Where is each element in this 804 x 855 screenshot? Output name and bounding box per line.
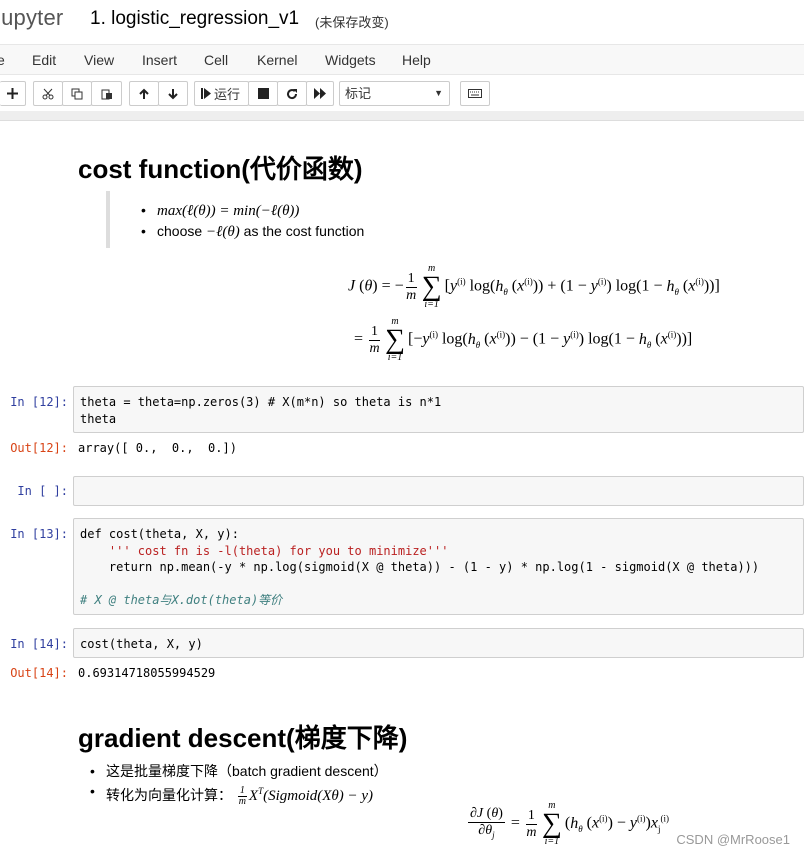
dropdown-caret-icon: ▼ (434, 88, 443, 98)
blockquote-bar (106, 191, 110, 248)
run-button[interactable]: 运行 (194, 81, 249, 106)
fast-forward-icon (313, 88, 326, 99)
menu-kernel[interactable]: Kernel (257, 52, 297, 68)
empty-cell-editor[interactable] (73, 476, 804, 506)
cost-formula-line2: = 1 m m ∑ i=1 [−y(i) log(hθ (x(i))) − (1 − y(… (354, 316, 693, 363)
interrupt-button[interactable] (248, 81, 278, 106)
notebook-title[interactable]: 1. logistic_regression_v1 (90, 8, 299, 30)
arrow-up-icon (139, 88, 149, 99)
gradient-formula: ∂J (θ) ∂θj = 1 m m ∑ i=1 (hθ (x(i)) − y(i))xj(… (468, 800, 669, 847)
list-item: max(ℓ(θ)) = min(−ℓ(θ)) (141, 200, 364, 221)
list-item: 转化为向量化计算： 1mXT(Sigmoid(Xθ) − y) (90, 781, 388, 807)
arrow-down-icon (168, 88, 178, 99)
menu-insert[interactable]: Insert (142, 52, 177, 68)
cell-13-prompt: In [13]: (10, 527, 68, 541)
cell-12-output: array([ 0., 0., 0.]) (78, 441, 237, 455)
command-palette-button[interactable] (460, 81, 490, 106)
cost-formula-line1: J (θ) = −1 m m ∑ i=1 [y(i) log(hθ (x(i))) + (… (348, 263, 720, 310)
cell-type-value: 标记 (345, 86, 372, 101)
cut-button[interactable] (33, 81, 63, 106)
code-line: ''' cost fn is -l(theta) for you to mini… (80, 543, 449, 558)
copy-icon (71, 88, 83, 99)
notebook-container: cost function(代价函数) max(ℓ(θ)) = min(−ℓ(θ… (0, 121, 804, 855)
menu-cell[interactable]: Cell (204, 52, 228, 68)
cell-12-editor[interactable]: theta = theta=np.zeros(3) # X(m*n) so th… (73, 386, 804, 433)
menu-widgets[interactable]: Widgets (325, 52, 376, 68)
code-line: def cost(theta, X, y): (80, 527, 239, 541)
restart-run-all-button[interactable] (306, 81, 334, 106)
cell-14-out-prompt: Out[14]: (10, 666, 68, 680)
list-item: choose −ℓ(θ) as the cost function (141, 221, 364, 242)
toolbar: 运行 标记 ▼ (0, 75, 804, 111)
code-line: # X @ theta与X.dot(theta)等价 (80, 593, 283, 607)
jupyter-logo[interactable]: jupyter (0, 5, 63, 31)
refresh-icon (287, 88, 298, 99)
cell-14-output: 0.69314718055994529 (78, 666, 216, 680)
heading-gradient-descent: gradient descent(梯度下降) (78, 723, 408, 753)
code-line: theta = theta=np.zeros(3) # X(m*n) so th… (80, 395, 442, 409)
cell-type-select[interactable]: 标记 ▼ (339, 81, 450, 106)
menubar: e Edit View Insert Cell Kernel Widgets H… (0, 44, 804, 75)
code-line: theta (80, 411, 117, 426)
header-divider (0, 111, 804, 121)
cell-14-editor[interactable]: cost(theta, X, y) (73, 628, 804, 658)
save-status: (未保存改变) (315, 15, 389, 30)
code-line: cost(theta, X, y) (80, 637, 203, 651)
cell-13-editor[interactable]: def cost(theta, X, y): ''' cost fn is -l… (73, 518, 804, 615)
stop-icon (257, 88, 269, 99)
step-forward-icon (201, 88, 211, 99)
run-label: 运行 (214, 87, 241, 102)
cell-12-out-prompt: Out[12]: (10, 441, 68, 455)
menu-file[interactable]: e (0, 52, 5, 68)
grad-bullet-list: 这是批量梯度下降（batch gradient descent） 转化为向量化计… (90, 761, 388, 807)
code-line: return np.mean(-y * np.log(sigmoid(X @ t… (80, 560, 760, 574)
scissors-icon (42, 88, 54, 99)
copy-button[interactable] (62, 81, 92, 106)
cell-12-prompt: In [12]: (10, 395, 68, 409)
notebook-header: jupyter 1. logistic_regression_v1 (未保存改变… (0, 0, 804, 44)
paste-button[interactable] (91, 81, 122, 106)
cell-14-prompt: In [14]: (10, 637, 68, 651)
restart-button[interactable] (277, 81, 307, 106)
watermark: CSDN @MrRoose1 (676, 832, 790, 847)
heading-cost-function: cost function(代价函数) (78, 154, 363, 184)
paste-icon (101, 89, 112, 99)
move-up-button[interactable] (129, 81, 159, 106)
menu-edit[interactable]: Edit (32, 52, 56, 68)
insert-cell-button[interactable] (0, 81, 26, 106)
cost-bullet-list: max(ℓ(θ)) = min(−ℓ(θ)) choose −ℓ(θ) as t… (141, 200, 364, 242)
keyboard-icon (468, 89, 482, 98)
menu-view[interactable]: View (84, 52, 114, 68)
move-down-button[interactable] (158, 81, 188, 106)
plus-icon (7, 88, 18, 99)
menu-help[interactable]: Help (402, 52, 431, 68)
list-item: 这是批量梯度下降（batch gradient descent） (90, 761, 388, 781)
empty-cell-prompt: In [ ]: (17, 484, 68, 498)
